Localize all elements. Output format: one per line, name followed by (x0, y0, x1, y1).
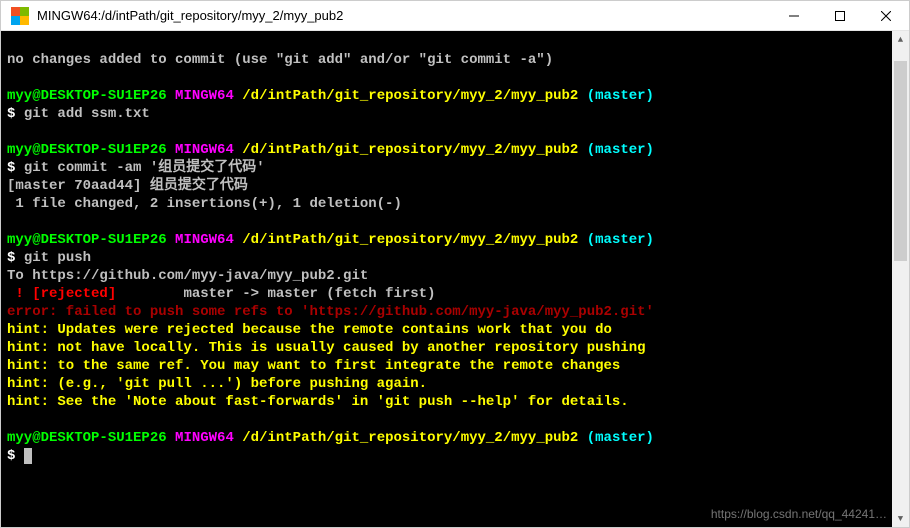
output-line: no changes added to commit (use "git add… (7, 52, 553, 68)
window-title: MINGW64:/d/intPath/git_repository/myy_2/… (37, 8, 771, 23)
error-line: error: failed to push some refs to 'http… (7, 304, 654, 320)
close-button[interactable] (863, 1, 909, 30)
hint-line: hint: See the 'Note about fast-forwards'… (7, 394, 629, 410)
hint-line: hint: not have locally. This is usually … (7, 340, 646, 356)
prompt-branch: (master) (587, 232, 654, 248)
prompt-path: /d/intPath/git_repository/myy_2/myy_pub2 (242, 142, 578, 158)
app-icon (11, 7, 29, 25)
prompt-env: MINGW64 (175, 88, 234, 104)
scroll-thumb[interactable] (894, 61, 907, 261)
prompt-user: myy@DESKTOP-SU1EP26 (7, 430, 167, 446)
titlebar: MINGW64:/d/intPath/git_repository/myy_2/… (1, 1, 909, 31)
prompt-env: MINGW64 (175, 430, 234, 446)
scrollbar[interactable]: ▲ ▼ (892, 31, 909, 527)
scroll-down-icon[interactable]: ▼ (892, 510, 909, 527)
scroll-up-icon[interactable]: ▲ (892, 31, 909, 48)
cursor (24, 448, 32, 464)
output-line: [master 70aad44] 组员提交了代码 (7, 178, 248, 194)
prompt-symbol: $ (7, 160, 24, 176)
prompt-env: MINGW64 (175, 142, 234, 158)
prompt-path: /d/intPath/git_repository/myy_2/myy_pub2 (242, 232, 578, 248)
rejected-rest: master -> master (fetch first) (175, 286, 435, 302)
prompt-symbol: $ (7, 250, 24, 266)
hint-line: hint: (e.g., 'git pull ...') before push… (7, 376, 427, 392)
prompt-user: myy@DESKTOP-SU1EP26 (7, 232, 167, 248)
terminal[interactable]: no changes added to commit (use "git add… (1, 31, 909, 527)
prompt-branch: (master) (587, 430, 654, 446)
terminal-container: no changes added to commit (use "git add… (1, 31, 909, 527)
maximize-button[interactable] (817, 1, 863, 30)
command-text: git push (24, 250, 91, 266)
window-controls (771, 1, 909, 30)
prompt-branch: (master) (587, 88, 654, 104)
prompt-path: /d/intPath/git_repository/myy_2/myy_pub2 (242, 88, 578, 104)
minimize-button[interactable] (771, 1, 817, 30)
prompt-user: myy@DESKTOP-SU1EP26 (7, 88, 167, 104)
rejected-label: [rejected] (32, 286, 175, 302)
prompt-branch: (master) (587, 142, 654, 158)
prompt-symbol: $ (7, 448, 24, 464)
hint-line: hint: to the same ref. You may want to f… (7, 358, 620, 374)
output-line: To https://github.com/myy-java/myy_pub2.… (7, 268, 368, 284)
prompt-path: /d/intPath/git_repository/myy_2/myy_pub2 (242, 430, 578, 446)
rejected-bang: ! (7, 286, 32, 302)
prompt-user: myy@DESKTOP-SU1EP26 (7, 142, 167, 158)
command-text: git commit -am '组员提交了代码' (24, 160, 265, 176)
command-text: git add ssm.txt (24, 106, 150, 122)
watermark: https://blog.csdn.net/qq_44241… (711, 507, 887, 521)
prompt-symbol: $ (7, 106, 24, 122)
output-line: 1 file changed, 2 insertions(+), 1 delet… (7, 196, 402, 212)
hint-line: hint: Updates were rejected because the … (7, 322, 612, 338)
prompt-env: MINGW64 (175, 232, 234, 248)
